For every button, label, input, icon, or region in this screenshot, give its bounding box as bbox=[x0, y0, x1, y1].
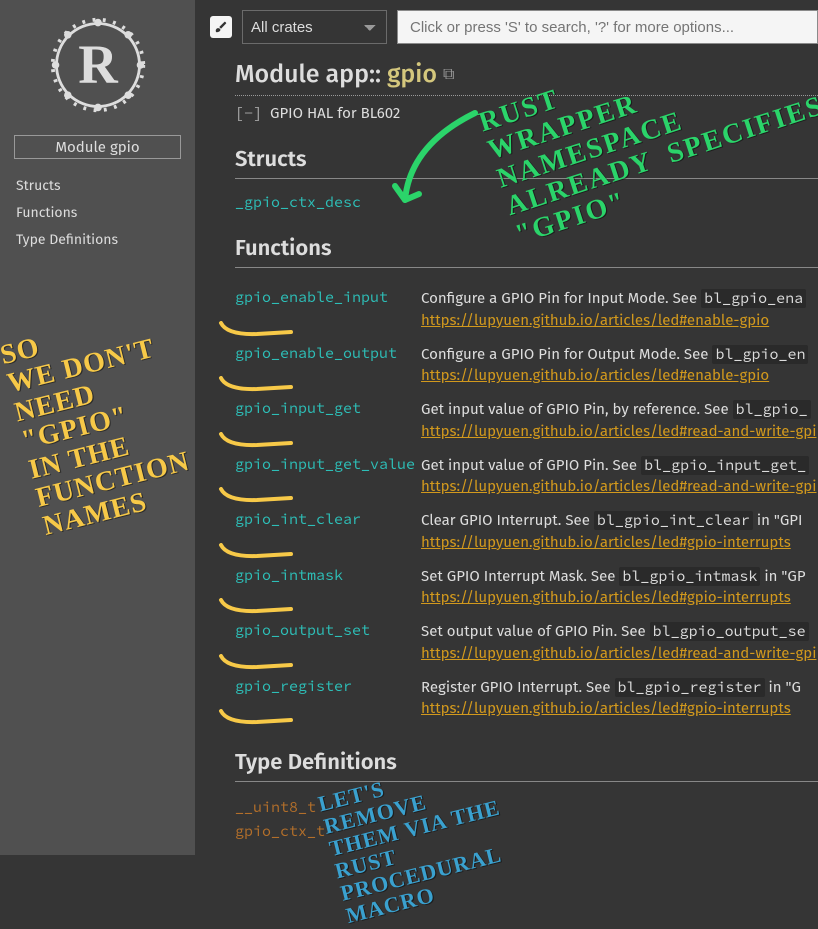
doc-url-link[interactable]: https://lupyuen.github.io/articles/led#r… bbox=[421, 643, 818, 665]
topbar: All crates bbox=[210, 10, 818, 44]
function-row: gpio_int_clear Clear GPIO Interrupt. See … bbox=[235, 504, 818, 560]
typedef-list: __uint8_t gpio_ctx_t bbox=[235, 796, 818, 844]
function-link[interactable]: gpio_enable_input bbox=[235, 288, 388, 307]
sidebar-location: Module gpio bbox=[14, 135, 181, 159]
function-link[interactable]: gpio_register bbox=[235, 677, 352, 696]
function-desc: Register GPIO Interrupt. See bl_gpio_reg… bbox=[421, 671, 818, 727]
main-content: All crates Module app::gpio ⧉ [−] GPIO H… bbox=[195, 0, 818, 855]
search-input[interactable] bbox=[397, 10, 818, 44]
doc-url-link[interactable]: https://lupyuen.github.io/articles/led#e… bbox=[421, 310, 818, 332]
section-functions: Functions bbox=[235, 234, 818, 268]
function-desc: Set GPIO Interrupt Mask. See bl_gpio_int… bbox=[421, 560, 818, 616]
function-link[interactable]: gpio_enable_output bbox=[235, 344, 397, 363]
function-table: gpio_enable_input Configure a GPIO Pin fo… bbox=[235, 282, 818, 726]
function-desc: Get input value of GPIO Pin. See bl_gpio… bbox=[421, 449, 818, 505]
sidebar-link-functions[interactable]: Functions bbox=[16, 204, 179, 221]
sidebar-link-typedefs[interactable]: Type Definitions bbox=[16, 231, 179, 248]
underline-annotation bbox=[217, 543, 295, 559]
function-link[interactable]: gpio_output_set bbox=[235, 621, 370, 640]
function-row: gpio_enable_output Configure a GPIO Pin f… bbox=[235, 338, 818, 394]
underline-annotation bbox=[217, 654, 295, 670]
function-desc: Clear GPIO Interrupt. See bl_gpio_int_cl… bbox=[421, 504, 818, 560]
doc-url-link[interactable]: https://lupyuen.github.io/articles/led#g… bbox=[421, 587, 818, 609]
doc-url-link[interactable]: https://lupyuen.github.io/articles/led#g… bbox=[421, 532, 818, 554]
section-structs: Structs bbox=[235, 145, 818, 179]
summary-text: GPIO HAL for BL602 bbox=[270, 104, 400, 122]
doc-url-link[interactable]: https://lupyuen.github.io/articles/led#e… bbox=[421, 365, 818, 387]
copy-path-icon[interactable]: ⧉ bbox=[443, 65, 454, 84]
module-summary: [−] GPIO HAL for BL602 bbox=[235, 104, 818, 123]
doc-url-link[interactable]: https://lupyuen.github.io/articles/led#r… bbox=[421, 476, 818, 498]
title-name: gpio bbox=[387, 59, 437, 89]
svg-text:R: R bbox=[78, 34, 118, 95]
page-title: Module app::gpio ⧉ bbox=[235, 59, 818, 96]
function-row: gpio_input_get Get input value of GPIO Pi… bbox=[235, 393, 818, 449]
function-desc: Set output value of GPIO Pin. See bl_gpi… bbox=[421, 615, 818, 671]
brush-icon bbox=[214, 20, 228, 34]
section-typedefs: Type Definitions bbox=[235, 748, 818, 782]
underline-annotation bbox=[217, 709, 295, 725]
function-row: gpio_register Register GPIO Interrupt. Se… bbox=[235, 671, 818, 727]
function-desc: Configure a GPIO Pin for Output Mode. Se… bbox=[421, 338, 818, 394]
function-row: gpio_output_set Set output value of GPIO … bbox=[235, 615, 818, 671]
collapse-toggle[interactable]: [−] bbox=[235, 106, 262, 123]
theme-picker-button[interactable] bbox=[210, 16, 232, 38]
function-link[interactable]: gpio_input_get bbox=[235, 399, 361, 418]
underline-annotation bbox=[217, 598, 295, 614]
function-link[interactable]: gpio_int_clear bbox=[235, 510, 361, 529]
function-row: gpio_input_get_value Get input value of G… bbox=[235, 449, 818, 505]
function-row: gpio_intmask Set GPIO Interrupt Mask. See… bbox=[235, 560, 818, 616]
rust-logo: R bbox=[48, 15, 148, 115]
doc-url-link[interactable]: https://lupyuen.github.io/articles/led#g… bbox=[421, 698, 818, 720]
typedef-link[interactable]: gpio_ctx_t bbox=[235, 820, 818, 844]
underline-annotation bbox=[217, 432, 295, 448]
doc-url-link[interactable]: https://lupyuen.github.io/articles/led#r… bbox=[421, 421, 818, 443]
crate-select[interactable]: All crates bbox=[242, 10, 387, 44]
title-prefix: Module bbox=[235, 59, 320, 89]
underline-annotation bbox=[217, 376, 295, 392]
title-path: app:: bbox=[326, 59, 381, 89]
function-link[interactable]: gpio_intmask bbox=[235, 566, 343, 585]
underline-annotation bbox=[217, 321, 295, 337]
function-desc: Get input value of GPIO Pin, by referenc… bbox=[421, 393, 818, 449]
function-link[interactable]: gpio_input_get_value bbox=[235, 455, 415, 474]
typedef-link[interactable]: __uint8_t bbox=[235, 796, 818, 820]
function-row: gpio_enable_input Configure a GPIO Pin fo… bbox=[235, 282, 818, 338]
sidebar-link-structs[interactable]: Structs bbox=[16, 177, 179, 194]
sidebar: R Module gpio Structs Functions Type Def… bbox=[0, 0, 195, 855]
function-desc: Configure a GPIO Pin for Input Mode. See… bbox=[421, 282, 818, 338]
struct-link[interactable]: _gpio_ctx_desc bbox=[235, 193, 361, 212]
underline-annotation bbox=[217, 487, 295, 503]
